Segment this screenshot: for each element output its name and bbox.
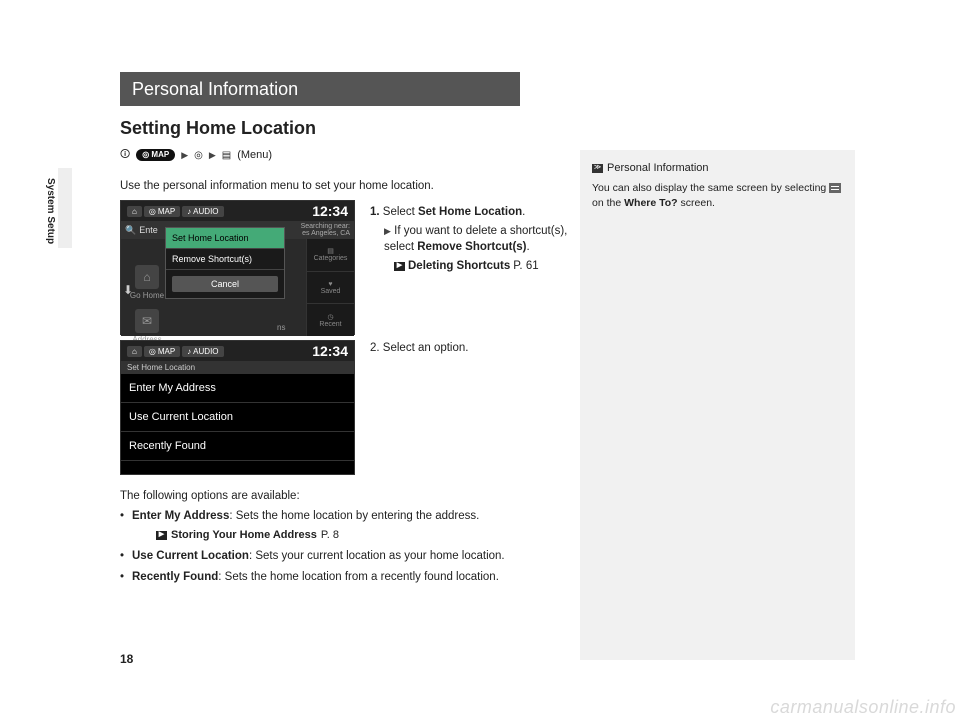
- down-arrow-icon: ⬇: [123, 283, 133, 297]
- status-bar: ⌂ ◎ MAP ♪ AUDIO 12:34: [121, 341, 354, 361]
- step-1-num: 1.: [370, 206, 380, 218]
- note-icon: ≫: [592, 164, 603, 173]
- options-block: The following options are available: Ent…: [120, 488, 575, 591]
- step-1-sub-bold: Remove Shortcut(s): [417, 241, 526, 253]
- side-tab-bg: [58, 168, 72, 248]
- sidebar-body-bold: Where To?: [624, 197, 677, 209]
- status-clock: 12:34: [312, 203, 348, 219]
- status-map-label: MAP: [158, 207, 175, 216]
- option-recently-found[interactable]: Recently Found: [121, 432, 354, 461]
- recent-label: Recent: [319, 321, 341, 328]
- step-2-text: Select an option.: [383, 342, 469, 354]
- step-1-text-b: .: [522, 206, 525, 218]
- saved-label: Saved: [321, 288, 341, 295]
- trailing-text: ns: [277, 323, 285, 332]
- watermark: carmanualsonline.info: [770, 697, 956, 718]
- categories-label: Categories: [314, 255, 348, 262]
- status-audio-label: AUDIO: [193, 207, 218, 216]
- chevron-icon: ▶: [181, 150, 188, 161]
- modal-remove-shortcut[interactable]: Remove Shortcut(s): [166, 249, 284, 270]
- status-home-icon: ⌂: [127, 346, 142, 357]
- screen2-header: Set Home Location: [121, 361, 354, 374]
- option-enter-address[interactable]: Enter My Address: [121, 374, 354, 403]
- menu-label: (Menu): [237, 149, 272, 161]
- option-item: Recently Found: Sets the home location f…: [120, 569, 575, 587]
- saved-tab: ♥ Saved: [307, 272, 354, 305]
- option-bold: Enter My Address: [132, 510, 229, 522]
- search-icon: 🔍: [125, 225, 136, 236]
- chapter-title: Personal Information: [120, 72, 520, 106]
- status-audio-pill: ♪ AUDIO: [182, 206, 223, 217]
- chevron-icon: ▶: [209, 150, 216, 161]
- list-icon: [829, 183, 841, 193]
- status-map-label: MAP: [158, 347, 175, 356]
- categories-icon: ▤: [327, 247, 334, 255]
- status-audio-pill: ♪ AUDIO: [182, 346, 223, 357]
- option-item: Use Current Location: Sets your current …: [120, 548, 575, 566]
- option-text: : Sets your current location as your hom…: [249, 550, 505, 562]
- clock-icon: ◷: [327, 313, 333, 321]
- status-bar: ⌂ ◎ MAP ♪ AUDIO 12:34: [121, 201, 354, 221]
- status-clock: 12:34: [312, 343, 348, 359]
- option-use-current[interactable]: Use Current Location: [121, 403, 354, 432]
- option-item: Enter My Address: Sets the home location…: [120, 508, 575, 544]
- status-audio-label: AUDIO: [193, 347, 218, 356]
- step-1-bold: Set Home Location: [418, 206, 522, 218]
- heart-icon: ♥: [328, 281, 332, 288]
- popup-modal: Set Home Location Remove Shortcut(s) Can…: [165, 227, 285, 299]
- option-bold: Recently Found: [132, 571, 218, 583]
- intro-text: Use the personal information menu to set…: [120, 180, 434, 192]
- step-1-refpage: P. 61: [513, 258, 538, 275]
- modal-set-home[interactable]: Set Home Location: [166, 228, 284, 249]
- breadcrumb: 🛈 ◎ MAP ▶ ◎ ▶ ▤ (Menu): [120, 148, 272, 162]
- near-label: Searching near:: [301, 223, 350, 230]
- menu-icon: ▤: [222, 148, 231, 162]
- step-1-block: 1. Select Set Home Location. ▶ If you wa…: [370, 204, 570, 275]
- sidebar-body-c: screen.: [678, 197, 715, 209]
- screenshot-menu-modal: ⌂ ◎ MAP ♪ AUDIO 12:34 🔍 Ente Searching n…: [120, 200, 355, 335]
- status-map-pill: ◎ MAP: [144, 206, 180, 217]
- ref-icon: ▶: [394, 262, 405, 271]
- search-placeholder: Ente: [139, 225, 158, 235]
- map-pill-label: MAP: [151, 150, 169, 159]
- recent-tab: ◷ Recent: [307, 304, 354, 336]
- map-pill: ◎ MAP: [136, 149, 175, 161]
- option-refpage: P. 8: [321, 527, 339, 544]
- sidebar-body-b: on the: [592, 197, 624, 209]
- step-2-num: 2.: [370, 342, 380, 354]
- step-1-sub-b: .: [527, 241, 530, 253]
- step-1-ref: Deleting Shortcuts: [408, 258, 510, 275]
- section-title: Setting Home Location: [120, 118, 316, 139]
- gohome-icon: ⌂: [135, 265, 159, 289]
- screenshot-options-list: ⌂ ◎ MAP ♪ AUDIO 12:34 Set Home Location …: [120, 340, 355, 475]
- page: Personal Information Setting Home Locati…: [80, 40, 880, 680]
- option-bold: Use Current Location: [132, 550, 249, 562]
- modal-cancel-button[interactable]: Cancel: [172, 276, 278, 292]
- sidebar-body-a: You can also display the same screen by …: [592, 182, 829, 194]
- categories-tab: ▤ Categories: [307, 239, 354, 272]
- options-intro: The following options are available:: [120, 488, 575, 506]
- triangle-icon: ▶: [384, 226, 391, 236]
- option-ref: Storing Your Home Address: [171, 527, 317, 544]
- target-icon: ◎: [194, 148, 203, 162]
- near-value: es Angeles, CA: [301, 230, 350, 237]
- ref-icon: ▶: [156, 531, 167, 540]
- status-map-pill: ◎ MAP: [144, 346, 180, 357]
- address-icon: ✉: [135, 309, 159, 333]
- status-home-icon: ⌂: [127, 206, 142, 217]
- option-text: : Sets the home location from a recently…: [218, 571, 499, 583]
- page-number: 18: [120, 652, 133, 666]
- step-1-text-a: Select: [383, 206, 418, 218]
- sidebar-title: Personal Information: [607, 160, 709, 177]
- sidebar-note: ≫ Personal Information You can also disp…: [580, 150, 855, 660]
- nav-icon: 🛈: [120, 148, 130, 162]
- side-tab-label: System Setup: [45, 178, 56, 244]
- option-text: : Sets the home location by entering the…: [229, 510, 479, 522]
- step-2-block: 2. Select an option.: [370, 342, 570, 354]
